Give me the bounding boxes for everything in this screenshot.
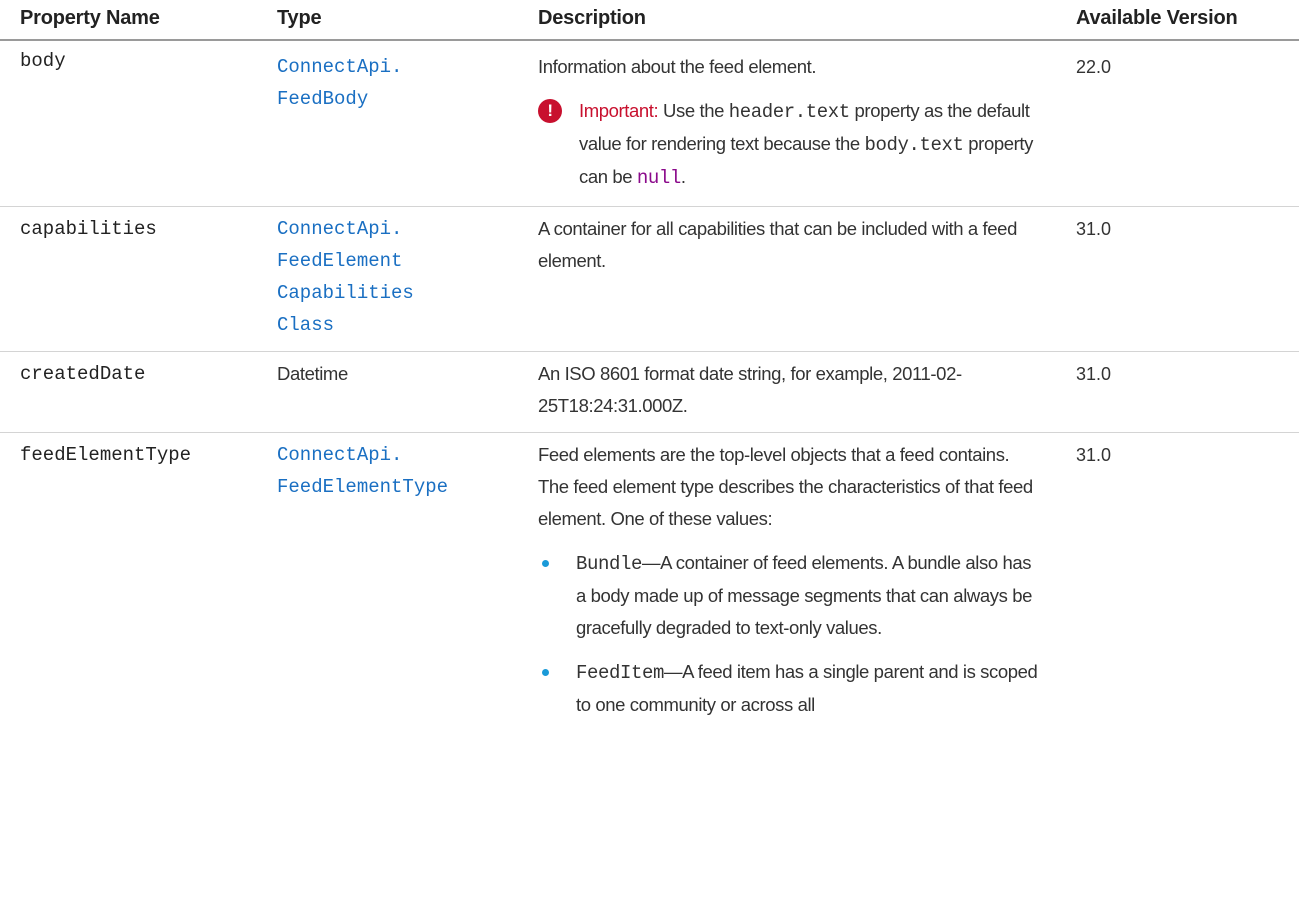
description-text: An ISO 8601 format date string, for exam… bbox=[538, 363, 962, 416]
property-name: capabilities bbox=[20, 218, 157, 240]
properties-table: Property Name Type Description Available… bbox=[0, 0, 1299, 733]
version-value: 31.0 bbox=[1076, 219, 1112, 239]
list-item: Bundle—A container of feed elements. A b… bbox=[538, 547, 1038, 644]
type-link[interactable]: ConnectApi. FeedElement Capabilities Cla… bbox=[277, 213, 500, 341]
type-link[interactable]: ConnectApi. FeedElementType bbox=[277, 439, 500, 503]
table-header-row: Property Name Type Description Available… bbox=[0, 0, 1299, 41]
important-note: ! Important: Use the header.text propert… bbox=[538, 95, 1038, 194]
property-name: feedElementType bbox=[20, 444, 192, 466]
values-list: Bundle—A container of feed elements. A b… bbox=[538, 547, 1038, 721]
header-available-version: Available Version bbox=[1056, 0, 1299, 41]
list-item: FeedItem—A feed item has a single parent… bbox=[538, 656, 1038, 721]
value-code: Bundle bbox=[576, 553, 643, 575]
inline-code: header.text bbox=[728, 101, 850, 123]
version-value: 31.0 bbox=[1076, 364, 1112, 384]
property-name: createdDate bbox=[20, 363, 146, 385]
table-row: capabilities ConnectApi. FeedElement Cap… bbox=[0, 207, 1299, 352]
description-text: Feed elements are the top-level objects … bbox=[538, 444, 1033, 529]
inline-code-null: null bbox=[636, 167, 681, 189]
table-row: createdDate Datetime An ISO 8601 format … bbox=[0, 352, 1299, 433]
header-description: Description bbox=[518, 0, 1056, 41]
bullet-icon bbox=[542, 560, 549, 567]
exclamation-circle-icon: ! bbox=[538, 99, 562, 123]
property-name: body bbox=[20, 50, 66, 72]
type-link[interactable]: ConnectApi. FeedBody bbox=[277, 51, 500, 115]
table-row: body ConnectApi. FeedBody Information ab… bbox=[0, 40, 1299, 207]
value-code: FeedItem bbox=[576, 662, 665, 684]
important-label: Important: bbox=[579, 100, 659, 121]
description-text: Information about the feed element. bbox=[538, 56, 817, 77]
version-value: 31.0 bbox=[1076, 445, 1112, 465]
header-property-name: Property Name bbox=[0, 0, 257, 41]
inline-code: body.text bbox=[864, 134, 964, 156]
version-value: 22.0 bbox=[1076, 57, 1112, 77]
type-link[interactable]: Datetime bbox=[277, 363, 348, 384]
header-type: Type bbox=[257, 0, 518, 41]
table-row: feedElementType ConnectApi. FeedElementT… bbox=[0, 433, 1299, 734]
description-text: A container for all capabilities that ca… bbox=[538, 218, 1017, 271]
bullet-icon bbox=[542, 669, 549, 676]
